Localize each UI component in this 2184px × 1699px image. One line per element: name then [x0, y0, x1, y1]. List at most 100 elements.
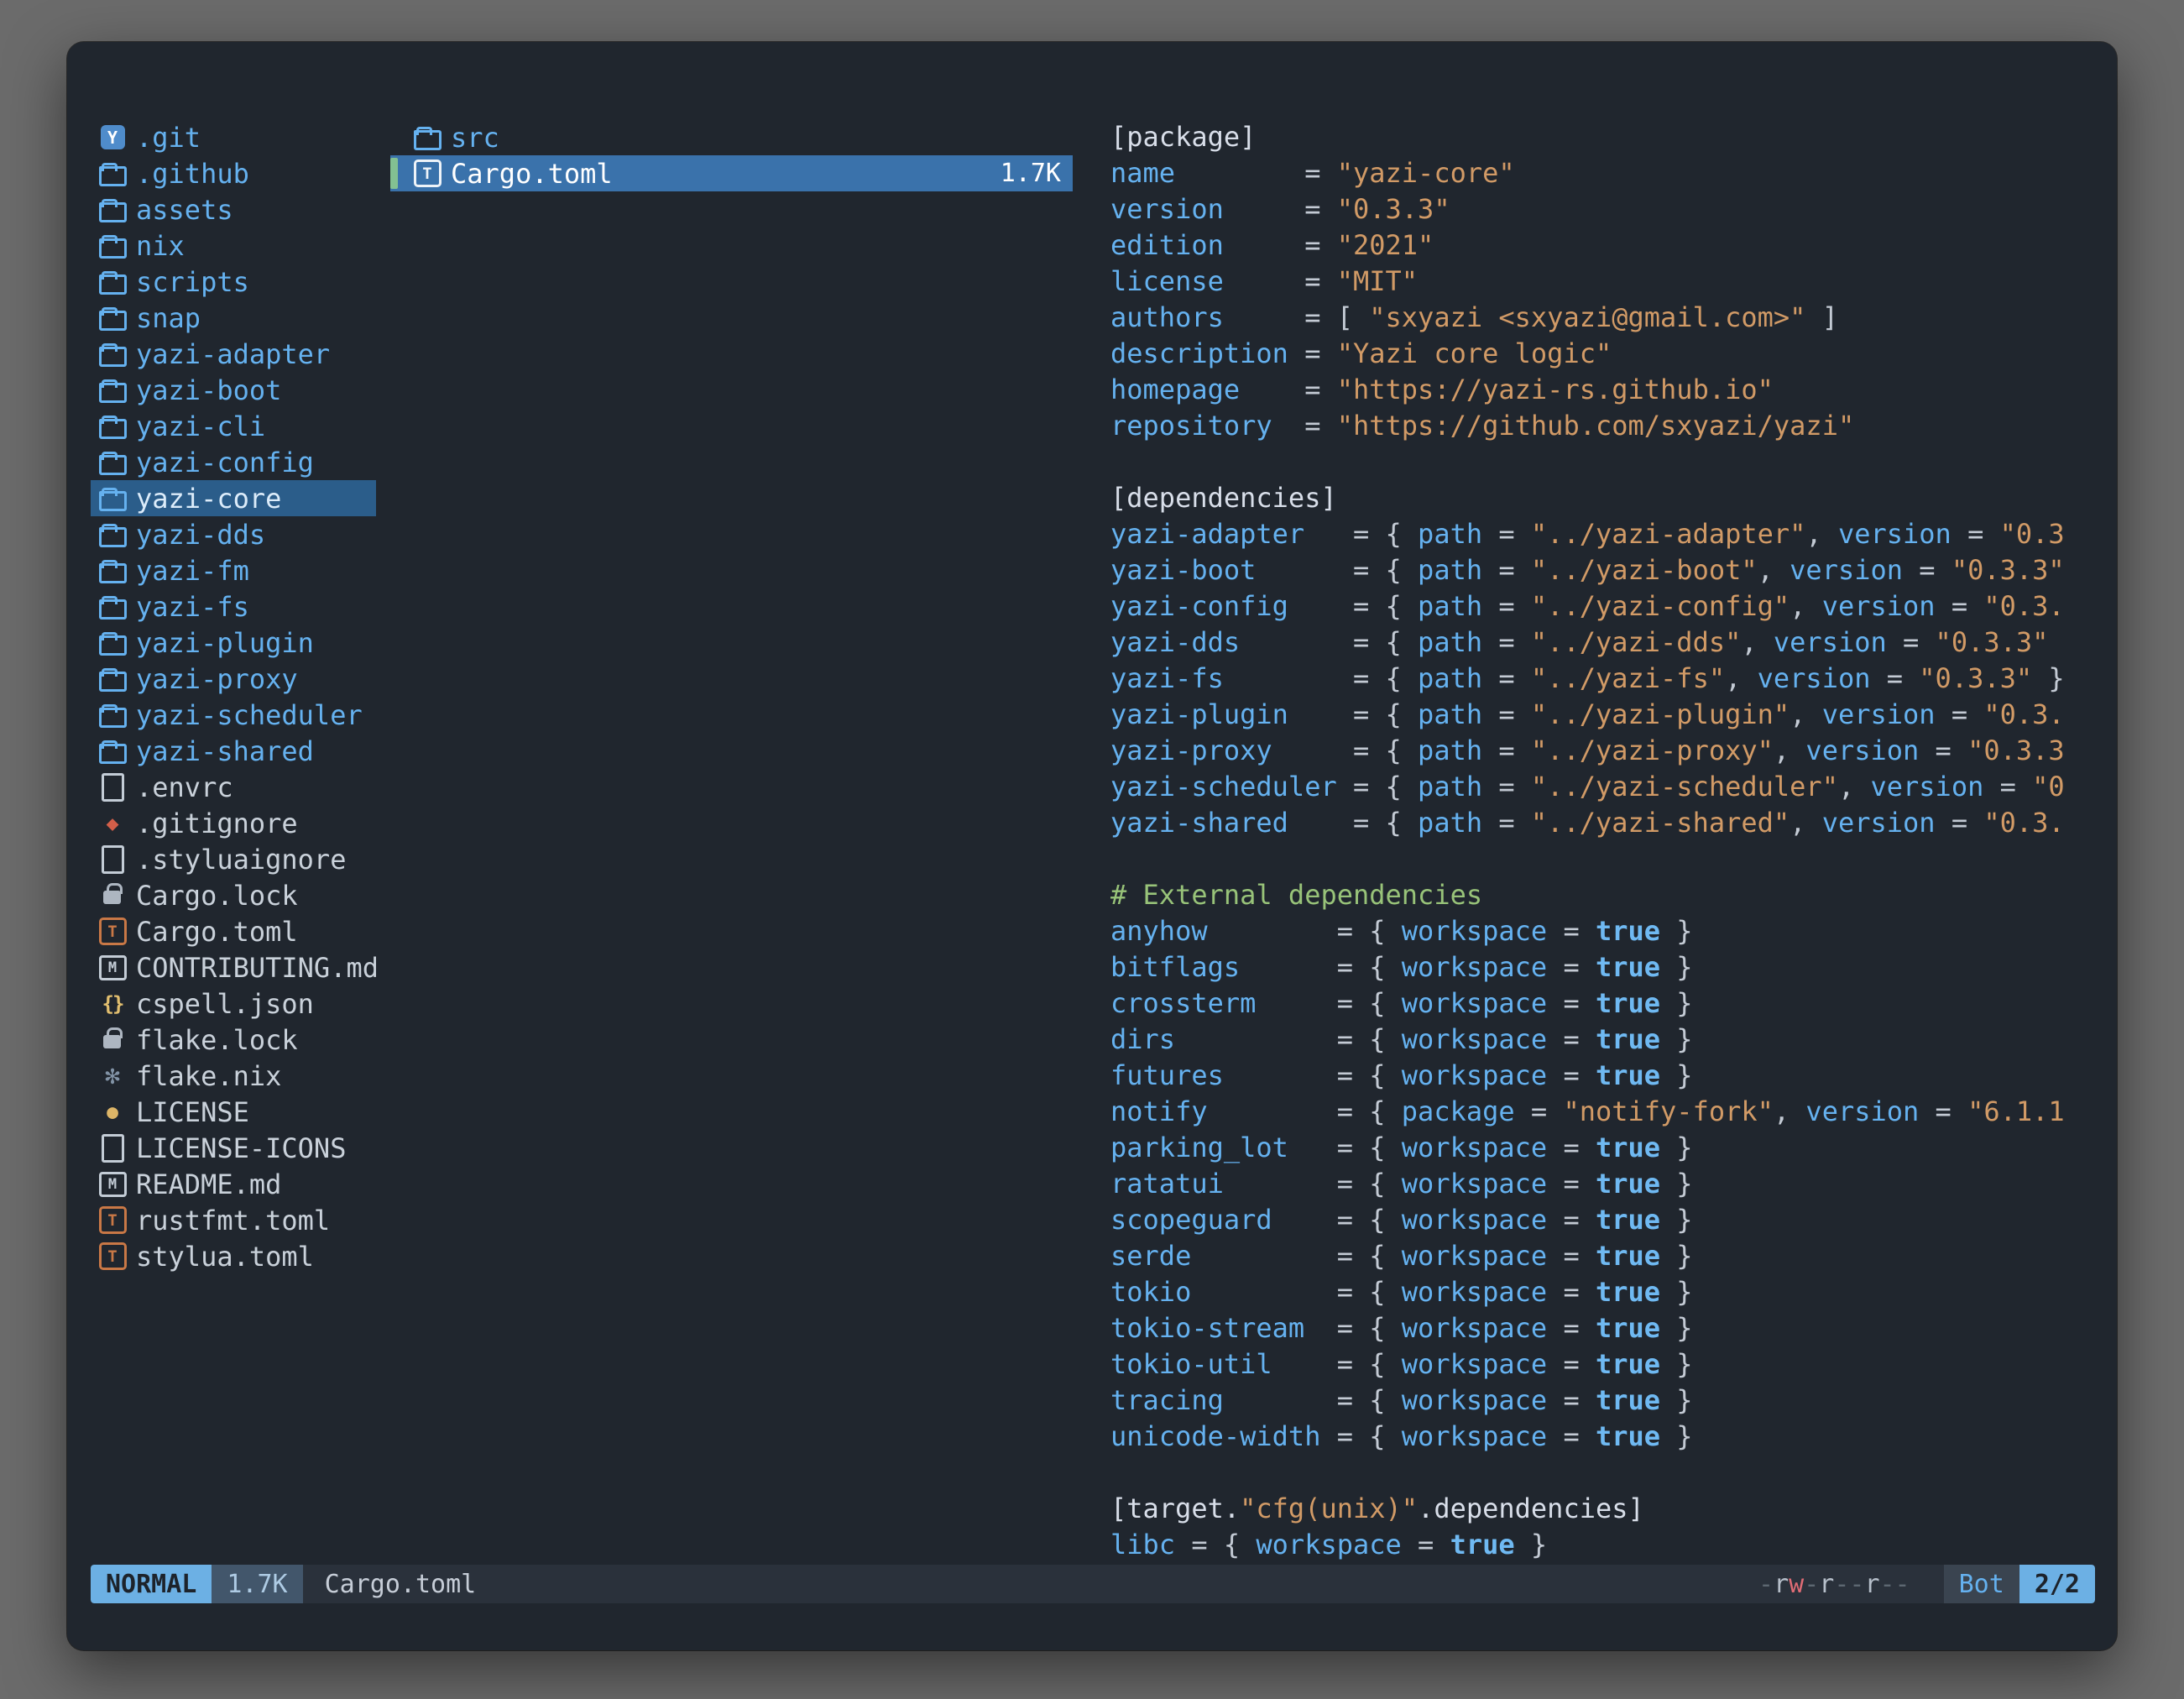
file-item[interactable]: yazi-shared [91, 733, 376, 769]
file-item[interactable]: .gitignore [91, 805, 376, 841]
file-item[interactable]: yazi-plugin [91, 625, 376, 661]
file-item[interactable]: cspell.json [91, 985, 376, 1022]
preview-line: yazi-shared = { path = "../yazi-shared",… [1110, 805, 2117, 841]
file-item[interactable]: LICENSE [91, 1094, 376, 1130]
folder-icon [96, 661, 129, 697]
preview-line: crossterm = { workspace = true } [1110, 985, 2117, 1022]
file-size-badge: 1.7K [212, 1565, 302, 1603]
permissions-text: -rw-r--r-- [1758, 1565, 1910, 1603]
file-item[interactable]: yazi-fs [91, 588, 376, 625]
file-item[interactable]: Cargo.toml 1.7K [390, 155, 1073, 191]
preview-line: repository = "https://github.com/sxyazi/… [1110, 408, 2117, 444]
file-item[interactable]: README.md [91, 1166, 376, 1202]
preview-line: yazi-plugin = { path = "../yazi-plugin",… [1110, 697, 2117, 733]
file-item[interactable]: nix [91, 227, 376, 264]
preview-line: edition = "2021" [1110, 227, 2117, 264]
folder-icon [96, 552, 129, 588]
file-name: yazi-proxy [136, 663, 298, 695]
file-item[interactable]: yazi-core [91, 480, 376, 516]
file-item[interactable]: yazi-cli [91, 408, 376, 444]
toml-icon [410, 155, 444, 191]
file-item[interactable]: yazi-fm [91, 552, 376, 588]
file-name: yazi-fs [136, 591, 249, 623]
folder-icon [96, 264, 129, 300]
file-item[interactable]: snap [91, 300, 376, 336]
file-item[interactable]: flake.nix [91, 1058, 376, 1094]
folder-icon [96, 336, 129, 372]
preview-line: license = "MIT" [1110, 264, 2117, 300]
file-item[interactable]: Cargo.lock [91, 877, 376, 913]
file-manager-panes: .git .github assets nix scripts snap yaz… [91, 119, 2117, 1565]
mode-badge: NORMAL [91, 1565, 212, 1603]
preview-line: tokio-stream = { workspace = true } [1110, 1310, 2117, 1346]
file-item[interactable]: scripts [91, 264, 376, 300]
file-name: nix [136, 230, 185, 262]
file-name: .gitignore [136, 808, 298, 839]
preview-line: yazi-fs = { path = "../yazi-fs", version… [1110, 661, 2117, 697]
cursor-marker [390, 158, 398, 189]
file-item[interactable]: yazi-scheduler [91, 697, 376, 733]
file-name: yazi-plugin [136, 627, 314, 659]
preview-line: libc = { workspace = true } [1110, 1527, 2117, 1563]
file-item[interactable]: .git [91, 119, 376, 155]
file-item[interactable]: yazi-adapter [91, 336, 376, 372]
folder-icon [96, 444, 129, 480]
file-name: LICENSE [136, 1096, 249, 1128]
file-item[interactable]: .github [91, 155, 376, 191]
file-item[interactable]: CONTRIBUTING.md [91, 949, 376, 985]
preview-line: parking_lot = { workspace = true } [1110, 1130, 2117, 1166]
preview-pane[interactable]: [package]name = "yazi-core"version = "0.… [1110, 119, 2117, 1565]
file-name: yazi-fm [136, 555, 249, 587]
file-name: flake.nix [136, 1060, 281, 1092]
preview-line: version = "0.3.3" [1110, 191, 2117, 227]
preview-line: yazi-adapter = { path = "../yazi-adapter… [1110, 516, 2117, 552]
file-name: Cargo.toml [136, 916, 298, 948]
file-item[interactable]: assets [91, 191, 376, 227]
preview-line: description = "Yazi core logic" [1110, 336, 2117, 372]
preview-line: scopeguard = { workspace = true } [1110, 1202, 2117, 1238]
file-name: yazi-adapter [136, 338, 330, 370]
file-item[interactable]: src [390, 119, 1073, 155]
file-item[interactable]: yazi-config [91, 444, 376, 480]
file-name: LICENSE-ICONS [136, 1132, 346, 1164]
preview-line: name = "yazi-core" [1110, 155, 2117, 191]
file-item[interactable]: yazi-dds [91, 516, 376, 552]
file-item[interactable]: .styluaignore [91, 841, 376, 877]
file-item[interactable]: rustfmt.toml [91, 1202, 376, 1238]
file-icon [96, 841, 129, 877]
preview-line: bitflags = { workspace = true } [1110, 949, 2117, 985]
folder-icon [96, 227, 129, 264]
json-icon [96, 985, 129, 1022]
file-name: README.md [136, 1168, 281, 1200]
file-name: cspell.json [136, 988, 314, 1020]
file-item[interactable]: yazi-proxy [91, 661, 376, 697]
file-name: Cargo.toml [451, 158, 613, 190]
file-item[interactable]: Cargo.toml [91, 913, 376, 949]
md-icon [96, 1166, 129, 1202]
folder-icon [96, 372, 129, 408]
file-item[interactable]: .envrc [91, 769, 376, 805]
preview-line: yazi-scheduler = { path = "../yazi-sched… [1110, 769, 2117, 805]
parent-pane: .git .github assets nix scripts snap yaz… [91, 119, 376, 1565]
file-name: .styluaignore [136, 844, 346, 876]
md-icon [96, 949, 129, 985]
preview-line: tracing = { workspace = true } [1110, 1383, 2117, 1419]
license-icon [96, 1094, 129, 1130]
status-bar: NORMAL 1.7K Cargo.toml -rw-r--r-- Bot 2/… [91, 1565, 2095, 1603]
file-name: Cargo.lock [136, 880, 298, 912]
file-item[interactable]: yazi-boot [91, 372, 376, 408]
file-item[interactable]: flake.lock [91, 1022, 376, 1058]
file-name: CONTRIBUTING.md [136, 952, 376, 984]
file-name: .git [136, 122, 201, 154]
folder-icon [96, 480, 129, 516]
folder-icon [96, 625, 129, 661]
folder-icon [96, 588, 129, 625]
preview-line: dirs = { workspace = true } [1110, 1022, 2117, 1058]
file-item[interactable]: LICENSE-ICONS [91, 1130, 376, 1166]
file-name: assets [136, 194, 233, 226]
folder-icon [96, 516, 129, 552]
status-bar-left: NORMAL 1.7K Cargo.toml [91, 1565, 476, 1603]
folder-icon [96, 408, 129, 444]
file-item[interactable]: stylua.toml [91, 1238, 376, 1274]
preview-line: serde = { workspace = true } [1110, 1238, 2117, 1274]
